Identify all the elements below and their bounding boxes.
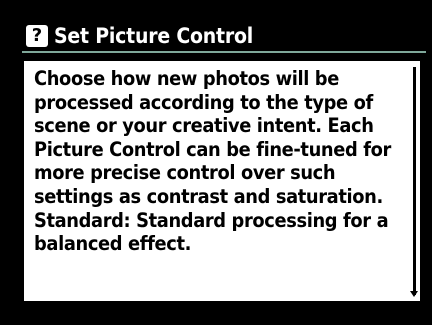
- help-text-panel[interactable]: Choose how new photos will be processed …: [24, 61, 420, 301]
- help-icon-glyph: ?: [31, 25, 43, 46]
- page-title: Set Picture Control: [54, 24, 254, 48]
- help-header: ? Set Picture Control: [26, 22, 426, 50]
- help-text: Choose how new photos will be processed …: [34, 67, 404, 256]
- scrollbar[interactable]: [413, 67, 416, 295]
- help-icon: ?: [26, 25, 48, 47]
- help-paragraph-1: Choose how new photos will be processed …: [34, 67, 391, 208]
- scroll-down-arrow-icon[interactable]: [410, 291, 418, 297]
- title-underline: [22, 51, 426, 53]
- help-paragraph-2: Standard: Standard processing for a bala…: [34, 208, 389, 256]
- camera-menu-screen: ? Set Picture Control Choose how new pho…: [0, 0, 432, 325]
